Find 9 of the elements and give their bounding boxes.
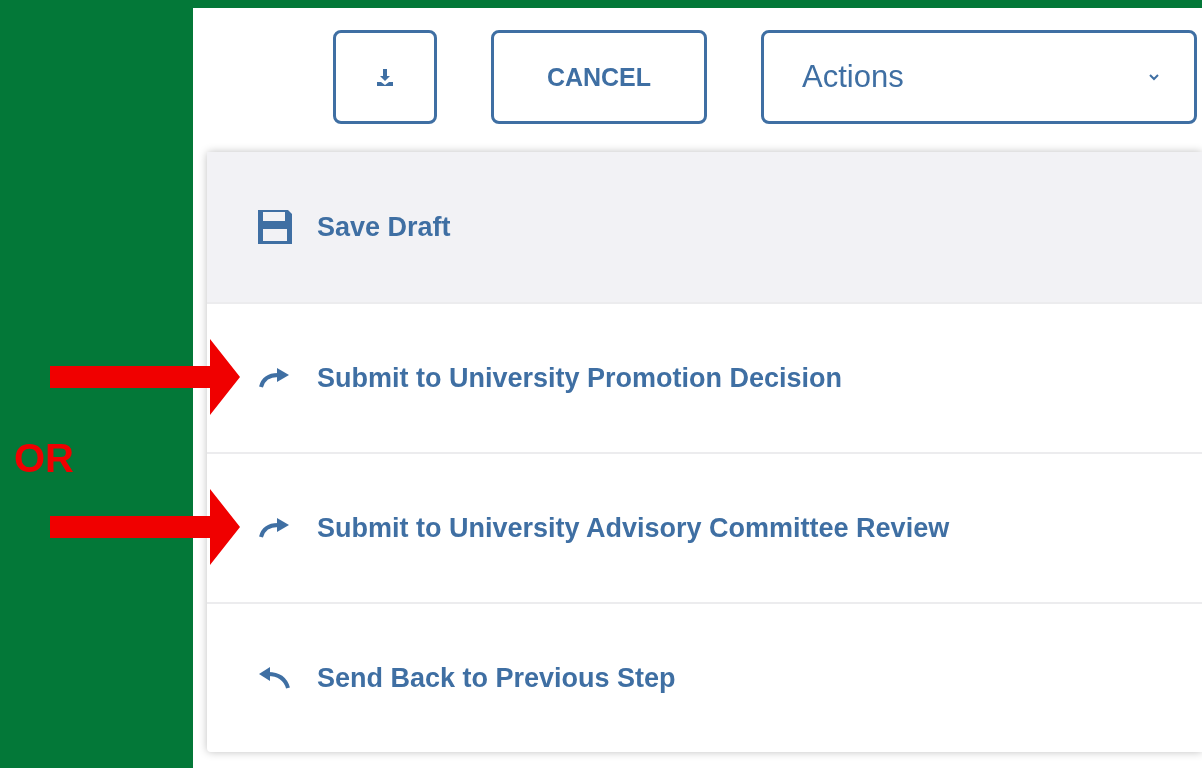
actions-dropdown[interactable]: Actions (761, 30, 1197, 124)
chevron-icon (1148, 73, 1160, 81)
download-button[interactable] (333, 30, 437, 124)
menu-item[interactable]: Save Draft (207, 152, 1202, 302)
annotation-text: OR (14, 436, 74, 481)
download-icon (375, 67, 395, 87)
cancel-button[interactable]: CANCEL (491, 30, 707, 124)
undo-arrow-icon (258, 666, 292, 690)
menu-item[interactable]: Send Back to Previous Step (207, 602, 1202, 752)
